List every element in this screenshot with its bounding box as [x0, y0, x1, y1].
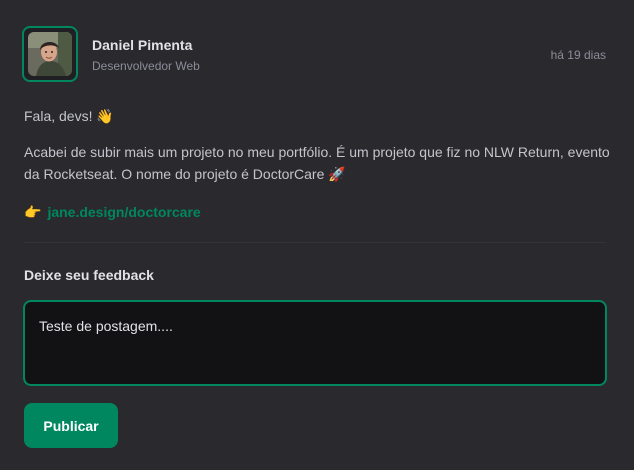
post-card: Daniel Pimenta Desenvolvedor Web há 19 d… [0, 0, 634, 470]
pointing-hand-icon: 👉 [24, 204, 42, 220]
publish-button[interactable]: Publicar [24, 403, 118, 448]
comment-input[interactable]: Teste de postagem.... [23, 300, 607, 386]
post-description: Acabei de subir mais um projeto no meu p… [24, 144, 610, 182]
project-link[interactable]: jane.design/doctorcare [47, 201, 200, 223]
post-greeting: Fala, devs! 👋 [24, 108, 114, 124]
published-at: há 19 dias [550, 48, 606, 62]
divider [24, 242, 606, 243]
post-content: Fala, devs! 👋 Acabei de subir mais um pr… [24, 105, 614, 223]
author-role: Desenvolvedor Web [92, 59, 200, 73]
avatar[interactable] [22, 26, 78, 82]
post-header: Daniel Pimenta Desenvolvedor Web há 19 d… [22, 26, 608, 86]
avatar-image [28, 32, 72, 76]
feedback-title: Deixe seu feedback [24, 267, 154, 283]
author-name: Daniel Pimenta [92, 37, 193, 53]
post-link-line: 👉 jane.design/doctorcare [24, 201, 614, 223]
